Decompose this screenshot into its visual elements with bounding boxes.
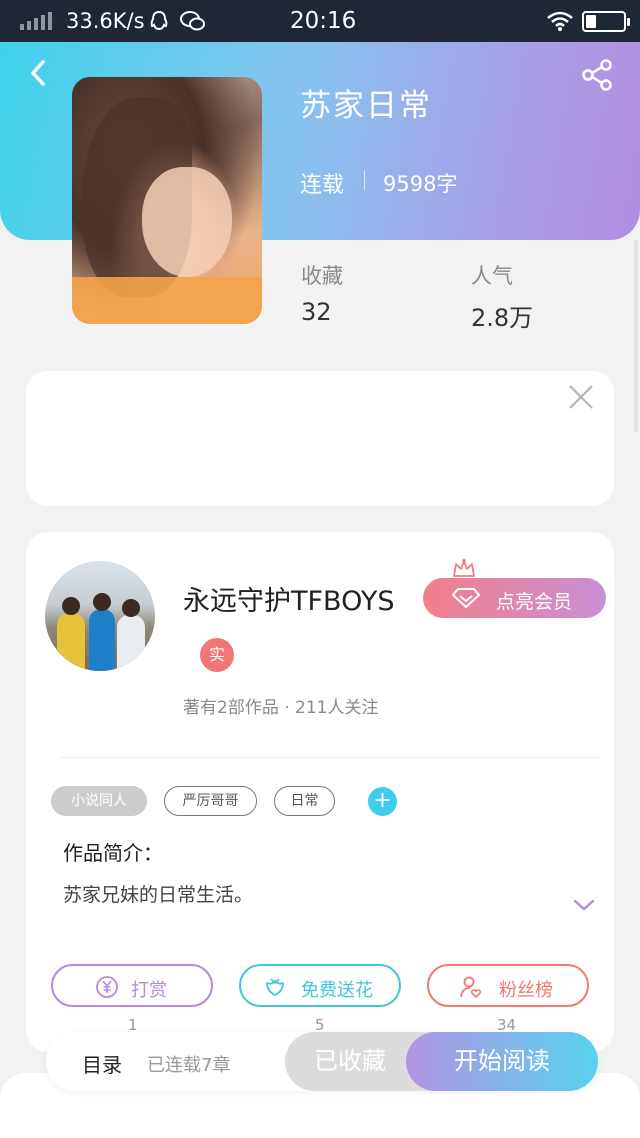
share-icon[interactable] [580, 58, 614, 92]
close-icon[interactable] [568, 384, 594, 410]
fan-user-icon [460, 976, 482, 998]
ad-card [26, 371, 614, 506]
add-tag-button[interactable]: + [368, 787, 397, 816]
signal-icon [20, 12, 52, 30]
tag-item[interactable]: 严厉哥哥 [164, 786, 257, 816]
table-of-contents-button[interactable]: 目录 [82, 1049, 122, 1078]
author-meta: 著有2部作品 · 211人关注 [183, 698, 379, 718]
vip-button-label: 点亮会员 [496, 591, 573, 613]
real-name-badge: 实 [200, 638, 234, 672]
book-cover[interactable] [72, 77, 262, 324]
wifi-icon [547, 11, 573, 31]
book-word-count: 9598字 [383, 172, 458, 196]
start-reading-button[interactable]: 开始阅读 [406, 1032, 598, 1091]
qq-icon [150, 10, 168, 31]
fans-ranking-button[interactable]: 粉丝榜 [427, 964, 589, 1007]
clock: 20:16 [290, 8, 357, 34]
tag-item[interactable]: 小说同人 [51, 786, 147, 816]
author-name[interactable]: 永远守护TFBOYS [183, 579, 394, 618]
book-status: 连载 [300, 173, 345, 198]
wechat-icon [180, 11, 205, 31]
chevron-down-icon[interactable] [572, 896, 596, 914]
intro-heading: 作品简介： [63, 841, 163, 865]
divider [364, 170, 365, 190]
avatar[interactable] [45, 561, 155, 671]
crown-icon [453, 558, 475, 577]
chapter-count[interactable]: 已连载7章 [147, 1051, 230, 1077]
reward-button[interactable]: 打赏 [51, 964, 213, 1007]
send-flower-label: 免费送花 [301, 980, 373, 1001]
fans-ranking-label: 粉丝榜 [499, 980, 553, 1001]
intro-text: 苏家兄妹的日常生活。 [63, 884, 254, 906]
back-arrow-icon[interactable] [24, 58, 54, 88]
yen-coin-icon [96, 976, 118, 998]
stat-label-popularity: 人气 [471, 264, 513, 288]
divider [60, 757, 600, 758]
stat-label-collect: 收藏 [301, 264, 343, 288]
book-title: 苏家日常 [300, 88, 432, 124]
battery-icon [582, 11, 630, 32]
scrollbar[interactable] [634, 240, 638, 432]
network-speed: 33.6K/s [66, 9, 145, 33]
diamond-icon [452, 588, 480, 608]
stat-value-collect: 32 [301, 298, 332, 326]
status-bar: 33.6K/s 20:16 [0, 0, 640, 42]
reward-label: 打赏 [131, 980, 167, 1001]
vip-button[interactable]: 点亮会员 [423, 578, 606, 618]
stat-value-popularity: 2.8万 [471, 304, 534, 332]
flower-icon [266, 978, 284, 996]
send-flower-button[interactable]: 免费送花 [239, 964, 401, 1007]
tag-item[interactable]: 日常 [274, 786, 335, 816]
